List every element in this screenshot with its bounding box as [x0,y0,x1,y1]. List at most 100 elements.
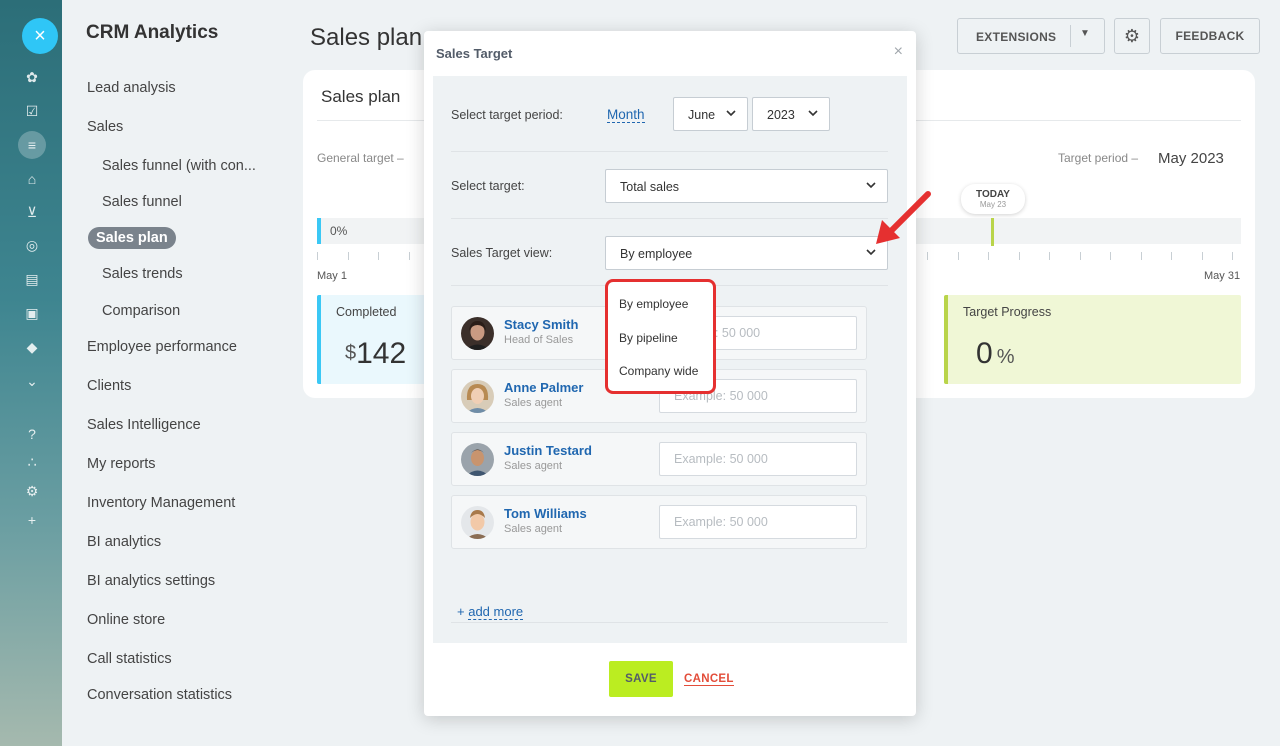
timeline-tick [1049,252,1050,260]
avatar [461,317,494,350]
menu-item-sales-plan[interactable]: Sales plan [88,227,176,249]
year-select[interactable]: 2023 [752,97,830,131]
annotation-arrow-icon [876,191,931,244]
employee-name[interactable]: Justin Testard [504,443,592,458]
timeline-tick [408,252,410,260]
crm-analytics-menu: CRM Analytics Lead analysis Sales Sales … [62,0,290,746]
store-icon[interactable]: ⌂ [22,169,42,189]
option-by-employee[interactable]: By employee [619,297,688,311]
target-view-select[interactable]: By employee [605,236,888,270]
sitemap-icon[interactable]: ∴ [22,452,42,472]
box-icon[interactable]: ◆ [22,337,42,357]
menu-item-conversation-statistics[interactable]: Conversation statistics [87,687,232,703]
option-company-wide[interactable]: Company wide [619,364,698,378]
avatar [461,380,494,413]
menu-item-sales[interactable]: Sales [87,119,123,135]
menu-item-sales-trends[interactable]: Sales trends [102,266,183,282]
add-more-label: add more [468,604,524,620]
target-amount-input[interactable]: Example: 50 000 [659,505,857,539]
chevron-down-icon [725,107,737,119]
employee-role: Head of Sales [504,334,574,346]
add-more-link[interactable]: + add more [457,604,524,620]
option-by-pipeline[interactable]: By pipeline [619,331,678,345]
menu-item-sales-funnel[interactable]: Sales funnel [102,194,182,210]
menu-title: CRM Analytics [86,22,219,43]
target-progress-value-wrap: 0% [976,337,1014,371]
menu-item-comparison[interactable]: Comparison [102,303,180,319]
menu-item-call-statistics[interactable]: Call statistics [87,651,172,667]
cart-icon[interactable]: ⊻ [22,202,42,222]
extensions-button[interactable]: EXTENSIONS ▼ [957,18,1105,54]
card-title: Sales plan [321,87,401,106]
close-icon[interactable]: × [22,18,58,54]
employee-row: Justin Testard Sales agent Example: 50 0… [451,432,867,486]
timeline-tick [378,252,379,260]
completed-stat: Completed $142 [317,295,437,384]
gear-icon: ⚙ [1123,26,1141,46]
timeline-tick [1110,252,1111,260]
period-label: Select target period: [451,108,563,122]
menu-item-employee-performance[interactable]: Employee performance [87,339,237,355]
contact-card-icon[interactable]: ▤ [22,269,42,289]
extensions-label: EXTENSIONS [976,30,1057,44]
target-progress-stat: Target Progress 0% [944,295,1241,384]
save-button[interactable]: SAVE [609,661,673,697]
today-date: May 23 [979,200,1007,209]
target-label: Select target: [451,179,525,193]
view-label: Sales Target view: [451,246,553,260]
help-icon[interactable]: ? [22,424,42,444]
employee-name[interactable]: Tom Williams [504,506,587,521]
completed-value: 142 [356,337,407,370]
filter-icon[interactable]: ≡ [18,131,46,159]
menu-item-online-store[interactable]: Online store [87,612,165,628]
close-icon[interactable]: × [894,43,903,61]
feedback-button[interactable]: FEEDBACK [1160,18,1260,54]
tasks-icon[interactable]: ☑ [22,101,42,121]
divider [451,218,888,219]
avatar [461,506,494,539]
caret-down-icon[interactable]: ▼ [1080,28,1090,39]
completed-label: Completed [336,305,397,319]
timeline-tick [1140,252,1142,260]
employee-name[interactable]: Anne Palmer [504,380,583,395]
timeline-tick [347,252,349,260]
left-rail: × ✿ ☑ ≡ ⌂ ⊻ ◎ ▤ ▣ ◆ ⌄ ? ∴ ⚙ + [0,0,62,746]
currency-symbol: $ [345,342,357,364]
menu-item-sales-funnel-with-con[interactable]: Sales funnel (with con... [102,158,256,174]
month-select[interactable]: June [673,97,748,131]
cancel-button[interactable]: CANCEL [684,673,734,686]
today-marker [991,218,994,246]
progress-fill [317,218,321,244]
end-day-label: May 31 [1204,270,1241,282]
target-amount-input[interactable]: Example: 50 000 [659,442,857,476]
menu-item-bi-analytics-settings[interactable]: BI analytics settings [87,573,215,589]
menu-item-my-reports[interactable]: My reports [87,456,156,472]
target-icon[interactable]: ◎ [22,235,42,255]
employee-role: Sales agent [504,397,563,409]
completed-value-wrap: $142 [345,337,406,371]
period-type-link[interactable]: Month [607,107,645,123]
chevron-down-circle-icon[interactable]: ⌄ [22,371,42,391]
settings-gear-button[interactable]: ⚙ [1114,18,1150,54]
general-target-label: General target – [317,151,404,165]
divider [451,622,888,623]
analytics-icon[interactable]: ✿ [22,67,42,87]
timeline-tick [1232,252,1233,260]
timeline-tick [957,252,959,260]
divider [1070,25,1071,47]
employee-row: Tom Williams Sales agent Example: 50 000 [451,495,867,549]
menu-item-sales-intelligence[interactable]: Sales Intelligence [87,417,201,433]
robot-icon[interactable]: ▣ [22,303,42,323]
menu-item-bi-analytics[interactable]: BI analytics [87,534,161,550]
menu-item-lead-analysis[interactable]: Lead analysis [87,80,176,96]
progress-percent: 0% [330,224,348,238]
employee-name[interactable]: Stacy Smith [504,317,578,332]
employee-role: Sales agent [504,460,563,472]
plus-icon[interactable]: + [22,510,42,530]
menu-item-clients[interactable]: Clients [87,378,131,394]
gear-icon[interactable]: ⚙ [22,481,42,501]
timeline-tick [927,252,928,260]
target-select[interactable]: Total sales [605,169,888,203]
menu-item-inventory-management[interactable]: Inventory Management [87,495,235,511]
target-period-value[interactable]: May 2023 [1158,150,1224,167]
